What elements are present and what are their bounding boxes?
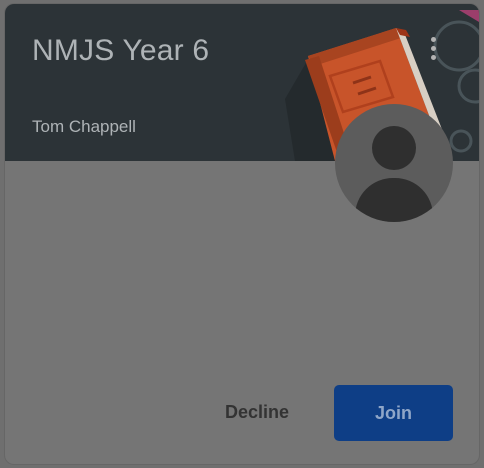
avatar-head: [372, 126, 416, 170]
menu-dot: [431, 46, 436, 51]
avatar-body: [355, 178, 433, 222]
class-title[interactable]: NMJS Year 6: [32, 34, 209, 68]
menu-dot: [431, 55, 436, 60]
class-invite-card: NMJS Year 6 Tom Chappell Decline Join: [5, 4, 479, 464]
teacher-name: Tom Chappell: [32, 117, 136, 136]
join-button[interactable]: Join: [334, 385, 453, 441]
more-options-icon[interactable]: [419, 32, 449, 66]
menu-dot: [431, 37, 436, 42]
decline-button[interactable]: Decline: [201, 384, 313, 440]
teacher-avatar-icon: [335, 104, 453, 222]
page: NMJS Year 6 Tom Chappell Decline Join: [0, 0, 484, 468]
